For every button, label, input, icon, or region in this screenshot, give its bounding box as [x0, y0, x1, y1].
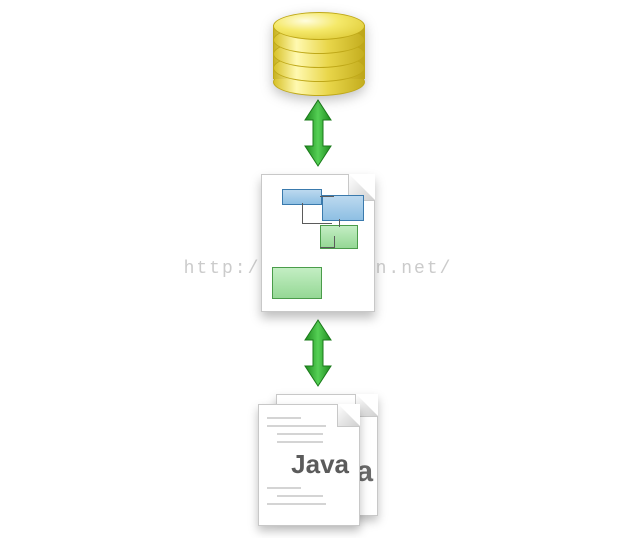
database-icon: [273, 12, 363, 92]
diagram-canvas: http://blog.csdn.net/: [0, 0, 636, 538]
vertical-stack: a Java: [258, 12, 378, 524]
mapping-document-icon: [261, 174, 375, 312]
java-label: Java: [291, 449, 349, 480]
java-source-icon: a Java: [258, 394, 378, 524]
bidirectional-arrow-icon: [301, 98, 335, 168]
uml-diagram-content: [272, 189, 364, 299]
bidirectional-arrow-icon: [301, 318, 335, 388]
